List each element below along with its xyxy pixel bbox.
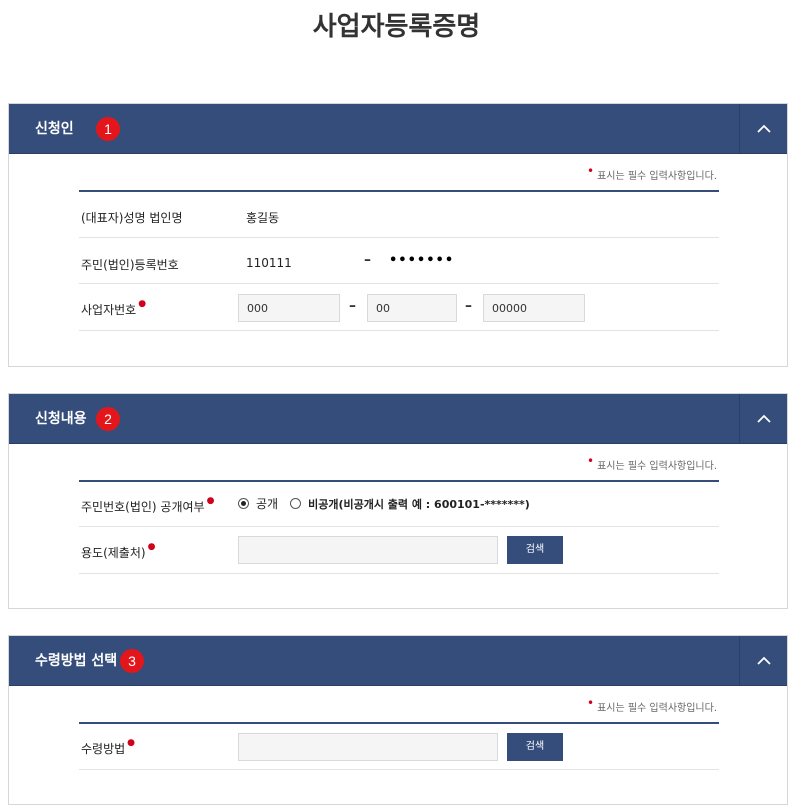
collapse-button[interactable] <box>739 394 787 444</box>
disclosure-label: 주민번호(법인) 공개여부 ● <box>81 496 215 514</box>
page-title: 사업자등록증명 <box>312 12 481 42</box>
row-divider <box>79 573 719 574</box>
purpose-search-button[interactable]: 검색 <box>507 536 563 564</box>
panel-title: 수령방법 선택 <box>35 653 118 669</box>
representative-name-label: (대표자)성명 법인명 <box>81 211 183 225</box>
panel-receipt-method: 수령방법 선택 3 • 표시는 필수 입력사항입니다. 수령방법 ● 검색 <box>8 635 788 805</box>
form-top-rule <box>79 480 719 482</box>
panel-header-request-content[interactable]: 신청내용 2 <box>9 394 787 444</box>
form-top-rule <box>79 190 719 192</box>
required-note: • 표시는 필수 입력사항입니다. <box>586 164 717 182</box>
chevron-up-icon <box>757 656 771 665</box>
row-divider <box>79 526 719 527</box>
purpose-label: 용도(제출처) ● <box>81 542 156 560</box>
registration-number-masked: ••••••• <box>389 253 455 268</box>
panel-header-receipt-method[interactable]: 수령방법 선택 3 <box>9 636 787 686</box>
required-marker: ● <box>147 542 156 552</box>
receipt-method-search-button[interactable]: 검색 <box>507 733 563 761</box>
step-badge: 3 <box>120 649 144 673</box>
registration-number-front: 110111 <box>246 256 292 270</box>
receipt-method-input[interactable] <box>238 733 498 761</box>
row-divider <box>79 283 719 284</box>
radio-private-label[interactable]: 비공개(비공개시 출력 예 : 600101-*******) <box>308 496 530 512</box>
panel-applicant: 신청인 1 • 표시는 필수 입력사항입니다. (대표자)성명 법인명 홍길동 주… <box>8 103 788 367</box>
chevron-up-icon <box>757 124 771 133</box>
radio-private[interactable] <box>290 498 302 509</box>
row-divider <box>79 330 719 331</box>
required-marker: ● <box>127 738 136 748</box>
registration-number-label: 주민(법인)등록번호 <box>81 258 179 272</box>
required-note: • 표시는 필수 입력사항입니다. <box>586 696 717 714</box>
dash-separator: – <box>364 252 371 268</box>
dash-separator: – <box>465 298 472 314</box>
panel-header-applicant[interactable]: 신청인 1 <box>9 104 787 154</box>
panel-title: 신청내용 <box>35 411 87 427</box>
row-divider <box>79 237 719 238</box>
disclosure-radio-group: 공개 비공개(비공개시 출력 예 : 600101-*******) <box>238 495 538 512</box>
radio-public[interactable] <box>238 498 249 509</box>
panel-title: 신청인 <box>35 121 74 137</box>
business-number-label: 사업자번호 ● <box>81 299 147 317</box>
step-badge: 2 <box>96 407 120 431</box>
business-number-part2[interactable] <box>367 294 457 322</box>
radio-public-label[interactable]: 공개 <box>256 495 278 512</box>
dash-separator: – <box>349 298 356 314</box>
form-top-rule <box>79 722 719 724</box>
required-marker: ● <box>206 496 215 506</box>
representative-name-value: 홍길동 <box>246 211 280 225</box>
required-marker: ● <box>138 299 147 309</box>
collapse-button[interactable] <box>739 104 787 154</box>
row-divider <box>79 769 719 770</box>
purpose-input[interactable] <box>238 536 498 564</box>
business-number-part3[interactable] <box>483 294 585 322</box>
panel-request-content: 신청내용 2 • 표시는 필수 입력사항입니다. 주민번호(법인) 공개여부 ● 공… <box>8 393 788 609</box>
business-number-part1[interactable] <box>238 294 340 322</box>
chevron-up-icon <box>757 414 771 423</box>
receipt-method-label: 수령방법 ● <box>81 738 136 756</box>
required-note: • 표시는 필수 입력사항입니다. <box>586 454 717 472</box>
collapse-button[interactable] <box>739 636 787 686</box>
step-badge: 1 <box>96 117 120 141</box>
